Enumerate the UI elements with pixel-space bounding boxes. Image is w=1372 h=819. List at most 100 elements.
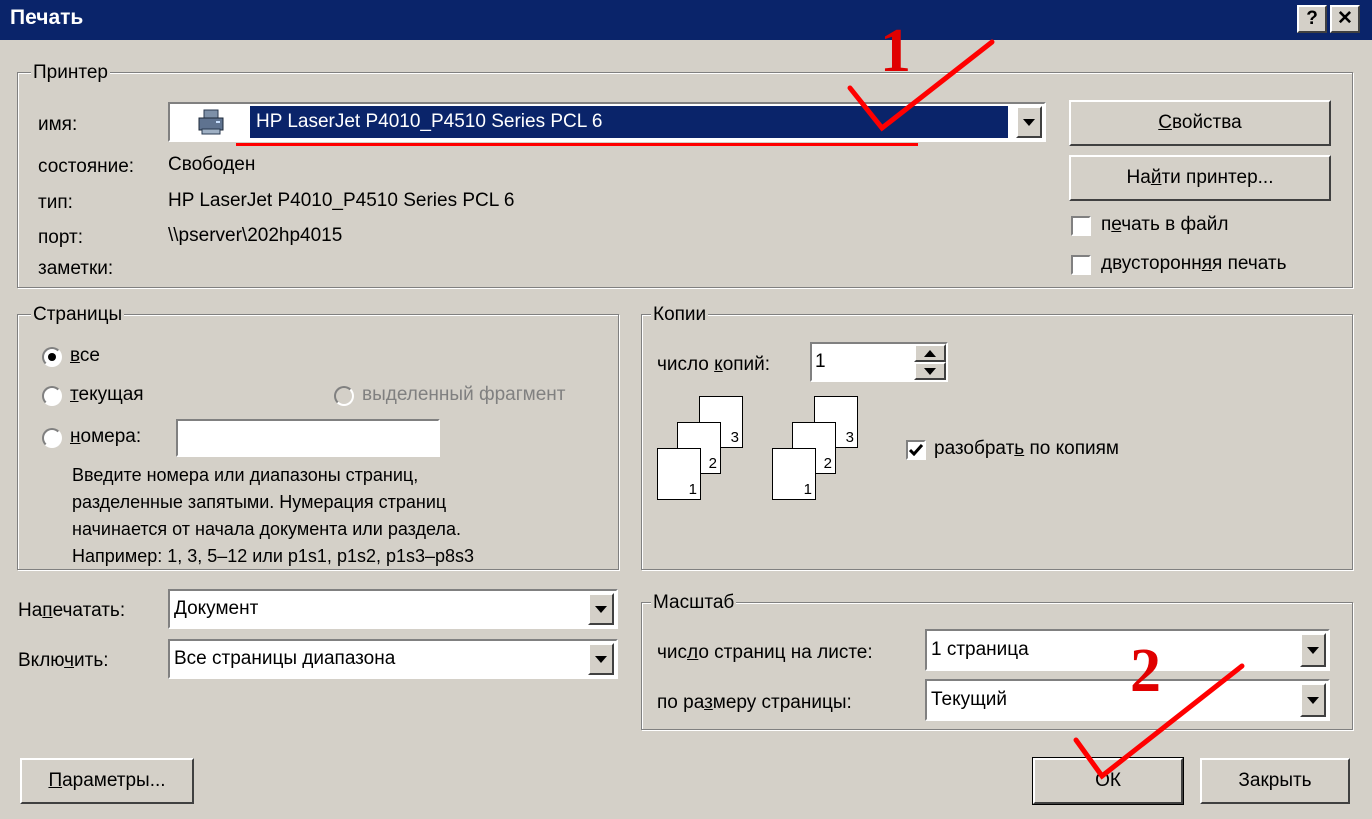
radio-selected-dot	[48, 353, 56, 361]
port-value: \\pserver\202hp4015	[168, 225, 343, 246]
pages-numbers-accel-key: н	[70, 426, 81, 447]
pages-all-text-post: се	[79, 345, 100, 366]
include-label: Включить:	[18, 650, 109, 672]
print-to-file-text-post: чать в файл	[1121, 214, 1229, 235]
chevron-down-icon	[595, 605, 607, 613]
pages-current-label: текущая	[70, 384, 144, 406]
scale-text-pre: по ра	[657, 692, 705, 713]
type-label: тип:	[38, 192, 73, 213]
properties-accel-key: С	[1158, 112, 1172, 133]
print-to-file-accel-key: е	[1111, 214, 1122, 235]
notes-label: заметки:	[38, 258, 114, 279]
chevron-up-icon	[924, 349, 936, 357]
find-printer-accel-key: й	[1150, 167, 1162, 188]
pages-hint-line: начинается от начала документа или разде…	[72, 519, 461, 539]
print-what-text-pre: На	[18, 600, 43, 621]
chevron-down-icon	[1307, 696, 1319, 704]
pages-numbers-input[interactable]	[176, 419, 440, 457]
pages-per-sheet-accel-key: л	[687, 642, 699, 663]
print-what-dropdown-arrow[interactable]	[588, 593, 614, 625]
scale-label: по размеру страницы:	[657, 692, 852, 714]
page-number: 2	[823, 455, 832, 472]
include-text-post: ить:	[74, 650, 109, 671]
print-to-file-label: печать в файл	[1101, 214, 1228, 236]
copies-increment-button[interactable]	[914, 344, 946, 362]
pages-numbers-radio[interactable]	[42, 428, 62, 448]
print-to-file-text-pre: п	[1101, 214, 1112, 235]
type-value: HP LaserJet P4010_P4510 Series PCL 6	[168, 190, 515, 211]
copies-count-text-pre: число	[657, 354, 715, 375]
zoom-group-label: Масштаб	[651, 592, 737, 614]
printer-icon	[172, 106, 250, 138]
status-value: Свободен	[168, 154, 256, 175]
print-what-dropdown[interactable]: Документ	[168, 589, 618, 629]
port-label: порт:	[38, 227, 83, 248]
duplex-label: двусторонняя печать	[1101, 253, 1286, 275]
pages-numbers-label: номера:	[70, 426, 141, 448]
scale-dropdown-arrow[interactable]	[1300, 683, 1326, 717]
print-to-file-checkbox[interactable]	[1071, 216, 1091, 236]
page-icon: 1	[657, 448, 701, 500]
collate-accel-key: ь	[1014, 438, 1025, 459]
options-button[interactable]: Параметры...	[20, 758, 194, 804]
pages-current-accel-key: т	[70, 384, 79, 405]
options-accel-key: П	[48, 770, 63, 791]
duplex-text-pre: двусторонн	[1101, 253, 1202, 274]
pages-current-radio[interactable]	[42, 386, 62, 406]
chevron-down-icon	[595, 655, 607, 663]
collate-label: разобрать по копиям	[934, 438, 1119, 460]
copies-count-value: 1	[815, 351, 826, 372]
pages-all-radio[interactable]	[42, 347, 62, 367]
annotation-checkmark-2-icon	[1073, 663, 1245, 780]
collate-text-post: по копиям	[1024, 438, 1119, 459]
duplex-text-post: я печать	[1212, 253, 1287, 274]
print-what-value: Документ	[174, 598, 259, 619]
pages-per-sheet-text-pre: чис	[657, 642, 688, 663]
printer-group-label: Принтер	[31, 62, 110, 84]
pages-per-sheet-label: число страниц на листе:	[657, 642, 873, 664]
page-number: 3	[730, 429, 739, 446]
print-what-text-post: ечатать:	[52, 600, 126, 621]
collate-checkbox[interactable]	[906, 440, 926, 460]
close-window-button[interactable]: ✕	[1330, 5, 1360, 33]
chevron-down-icon	[924, 367, 936, 375]
window-title: Печать	[10, 6, 84, 29]
pages-per-sheet-text-post: о страниц на листе:	[698, 642, 873, 663]
copies-count-label: число копий:	[657, 354, 770, 376]
scale-value: Текущий	[931, 689, 1007, 710]
include-text-pre: Вклю	[18, 650, 65, 671]
pages-current-text-post: екущая	[78, 384, 144, 405]
pages-hint-line: Введите номера или диапазоны страниц,	[72, 465, 419, 485]
title-bar	[0, 0, 1372, 40]
pages-per-sheet-dropdown-arrow[interactable]	[1300, 633, 1326, 667]
checkmark-icon	[909, 444, 923, 456]
help-button[interactable]: ?	[1297, 5, 1327, 33]
page-number: 2	[708, 455, 717, 472]
printer-dropdown-arrow[interactable]	[1016, 106, 1042, 138]
duplex-checkbox[interactable]	[1071, 255, 1091, 275]
chevron-down-icon	[1307, 646, 1319, 654]
properties-text-post: войства	[1172, 112, 1242, 133]
copies-count-accel-key: к	[714, 354, 723, 375]
pages-hint-line: разделенные запятыми. Нумерация страниц	[72, 492, 447, 512]
chevron-down-icon	[1023, 118, 1035, 126]
status-label: состояние:	[38, 156, 135, 177]
pages-selection-radio[interactable]	[334, 386, 354, 406]
include-value: Все страницы диапазона	[174, 648, 396, 669]
include-accel-key: ч	[64, 650, 75, 671]
pages-numbers-text-post: омера:	[80, 426, 142, 447]
annotation-underline	[236, 143, 918, 146]
include-dropdown[interactable]: Все страницы диапазона	[168, 639, 618, 679]
collate-illustration-1: 3 2 1	[657, 396, 747, 500]
page-number: 1	[688, 481, 697, 498]
find-printer-text-pre: На	[1126, 167, 1151, 188]
pages-all-accel-key: в	[70, 345, 80, 366]
properties-button[interactable]: Свойства	[1069, 100, 1331, 146]
pages-group-label: Страницы	[31, 304, 125, 326]
annotation-checkmark-1-icon	[847, 39, 995, 132]
pages-hint: Введите номера или диапазоны страниц, ра…	[72, 462, 474, 570]
include-dropdown-arrow[interactable]	[588, 643, 614, 675]
find-printer-button[interactable]: На й ти принтер...	[1069, 155, 1331, 201]
collate-illustration-2: 3 2 1	[772, 396, 862, 500]
copies-decrement-button[interactable]	[914, 362, 946, 380]
